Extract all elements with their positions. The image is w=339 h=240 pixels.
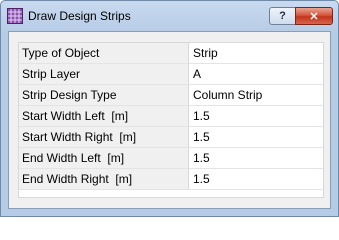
property-row-start-width-right: Start Width Right [m] 1.5: [19, 127, 323, 148]
property-row-start-width-left: Start Width Left [m] 1.5: [19, 106, 323, 127]
property-label: End Width Right [m]: [19, 169, 189, 190]
window-title: Draw Design Strips: [28, 9, 131, 23]
property-grid: Type of Object Strip Strip Layer A Strip…: [18, 42, 324, 198]
dialog-window: Draw Design Strips ? ✕ Type of Object St…: [0, 0, 339, 217]
property-row-strip-layer: Strip Layer A: [19, 64, 323, 85]
property-label: Start Width Right [m]: [19, 127, 189, 148]
title-bar[interactable]: Draw Design Strips ? ✕: [1, 1, 338, 31]
property-label: End Width Left [m]: [19, 148, 189, 169]
property-value-end-width-right[interactable]: 1.5: [189, 169, 323, 190]
property-row-end-width-right: End Width Right [m] 1.5: [19, 169, 323, 190]
property-label: Strip Layer: [19, 64, 189, 85]
property-value-type-of-object[interactable]: Strip: [189, 43, 323, 64]
property-value-end-width-left[interactable]: 1.5: [189, 148, 323, 169]
property-label: Type of Object: [19, 43, 189, 64]
property-row-end-width-left: End Width Left [m] 1.5: [19, 148, 323, 169]
close-icon: ✕: [309, 10, 319, 23]
property-label: Strip Design Type: [19, 85, 189, 106]
dialog-client-area: Type of Object Strip Strip Layer A Strip…: [8, 31, 331, 209]
help-icon: ?: [279, 10, 286, 22]
property-row-strip-design-type: Strip Design Type Column Strip: [19, 85, 323, 106]
property-value-start-width-right[interactable]: 1.5: [189, 127, 323, 148]
help-button[interactable]: ?: [269, 7, 296, 25]
close-button[interactable]: ✕: [295, 7, 333, 25]
property-value-strip-layer[interactable]: A: [189, 64, 323, 85]
property-value-start-width-left[interactable]: 1.5: [189, 106, 323, 127]
property-row-type-of-object: Type of Object Strip: [19, 43, 323, 64]
grid-app-icon: [7, 8, 23, 24]
property-value-strip-design-type[interactable]: Column Strip: [189, 85, 323, 106]
property-label: Start Width Left [m]: [19, 106, 189, 127]
